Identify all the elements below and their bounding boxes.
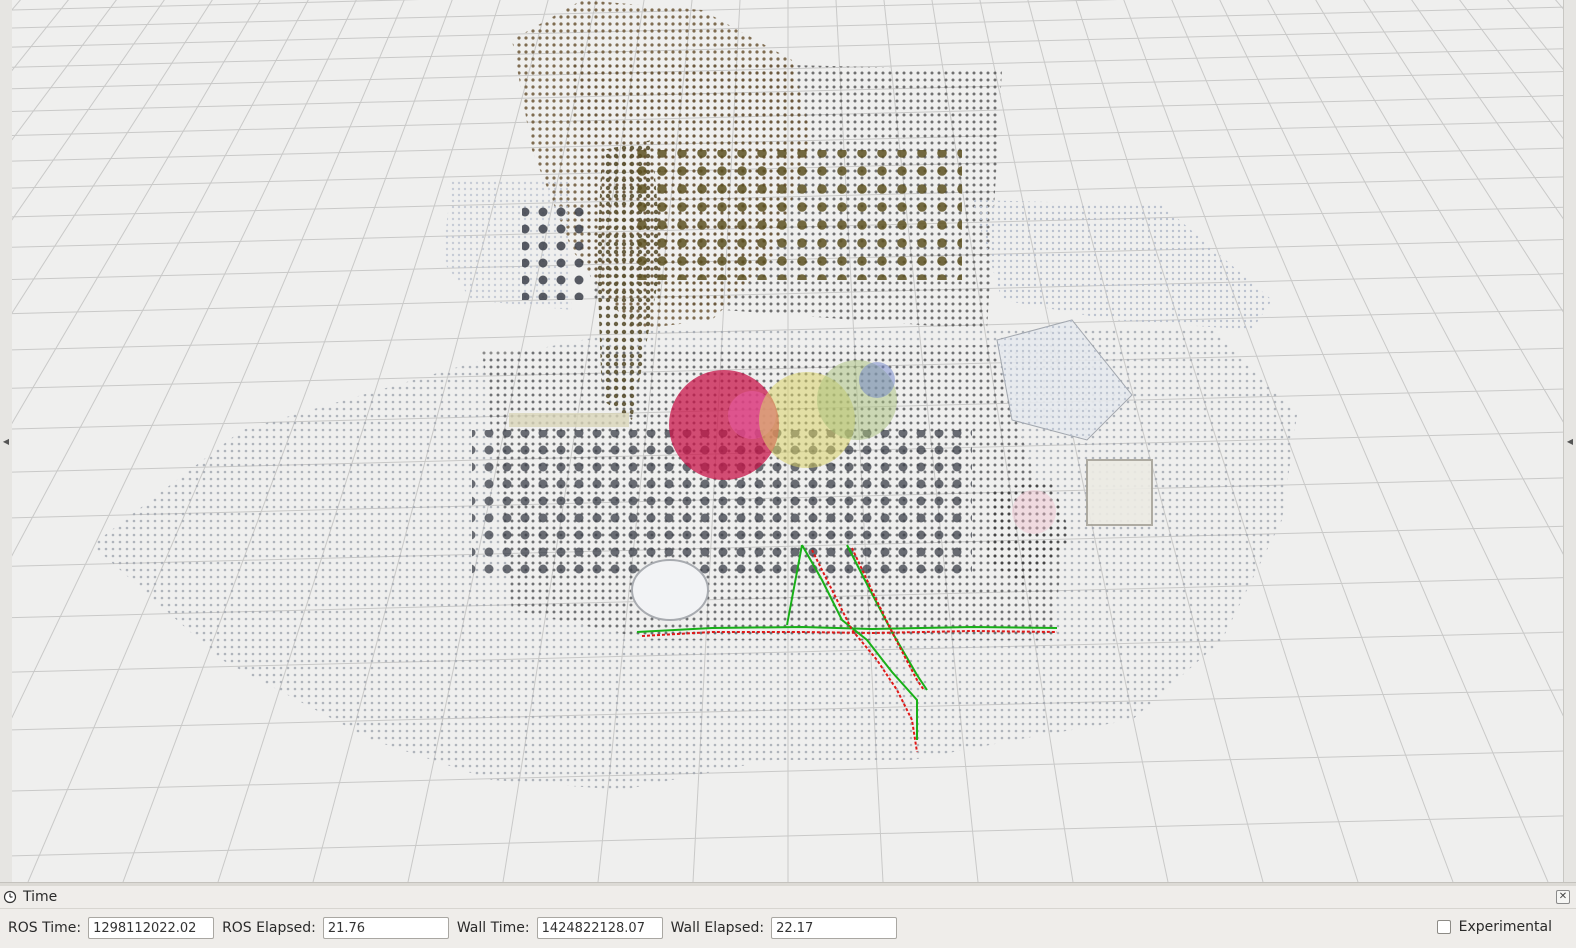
- time-panel-header: Time ✕: [0, 886, 1576, 909]
- ros-elapsed-label: ROS Elapsed:: [222, 920, 316, 936]
- wall-elapsed-label: Wall Elapsed:: [670, 920, 765, 936]
- ros-time-field[interactable]: [88, 917, 215, 939]
- clock-icon: [3, 890, 17, 904]
- arrow-right-icon: ◀: [1566, 436, 1574, 446]
- time-panel: Time ✕ ROS Time: ROS Elapsed: Wall Time:…: [0, 886, 1576, 948]
- experimental-checkbox[interactable]: [1436, 920, 1451, 934]
- wall-time-field[interactable]: [536, 917, 663, 939]
- point-cloud: [92, 0, 1297, 790]
- wall-elapsed-field[interactable]: [771, 917, 898, 939]
- panel-title: Time: [23, 889, 58, 905]
- arrow-left-icon: ◀: [2, 436, 10, 446]
- experimental-toggle[interactable]: Experimental: [1436, 919, 1552, 935]
- ros-time-label: ROS Time:: [8, 920, 82, 936]
- ros-elapsed-field[interactable]: [322, 917, 449, 939]
- experimental-label: Experimental: [1458, 919, 1552, 935]
- time-fields-row: ROS Time: ROS Elapsed: Wall Time: Wall E…: [0, 916, 1576, 940]
- wall-time-label: Wall Time:: [456, 920, 530, 936]
- point-cloud-scene: [12, 0, 1564, 882]
- right-dock-handle[interactable]: ◀: [1563, 0, 1576, 882]
- close-icon[interactable]: ✕: [1556, 890, 1570, 904]
- 3d-render-viewport[interactable]: [12, 0, 1564, 882]
